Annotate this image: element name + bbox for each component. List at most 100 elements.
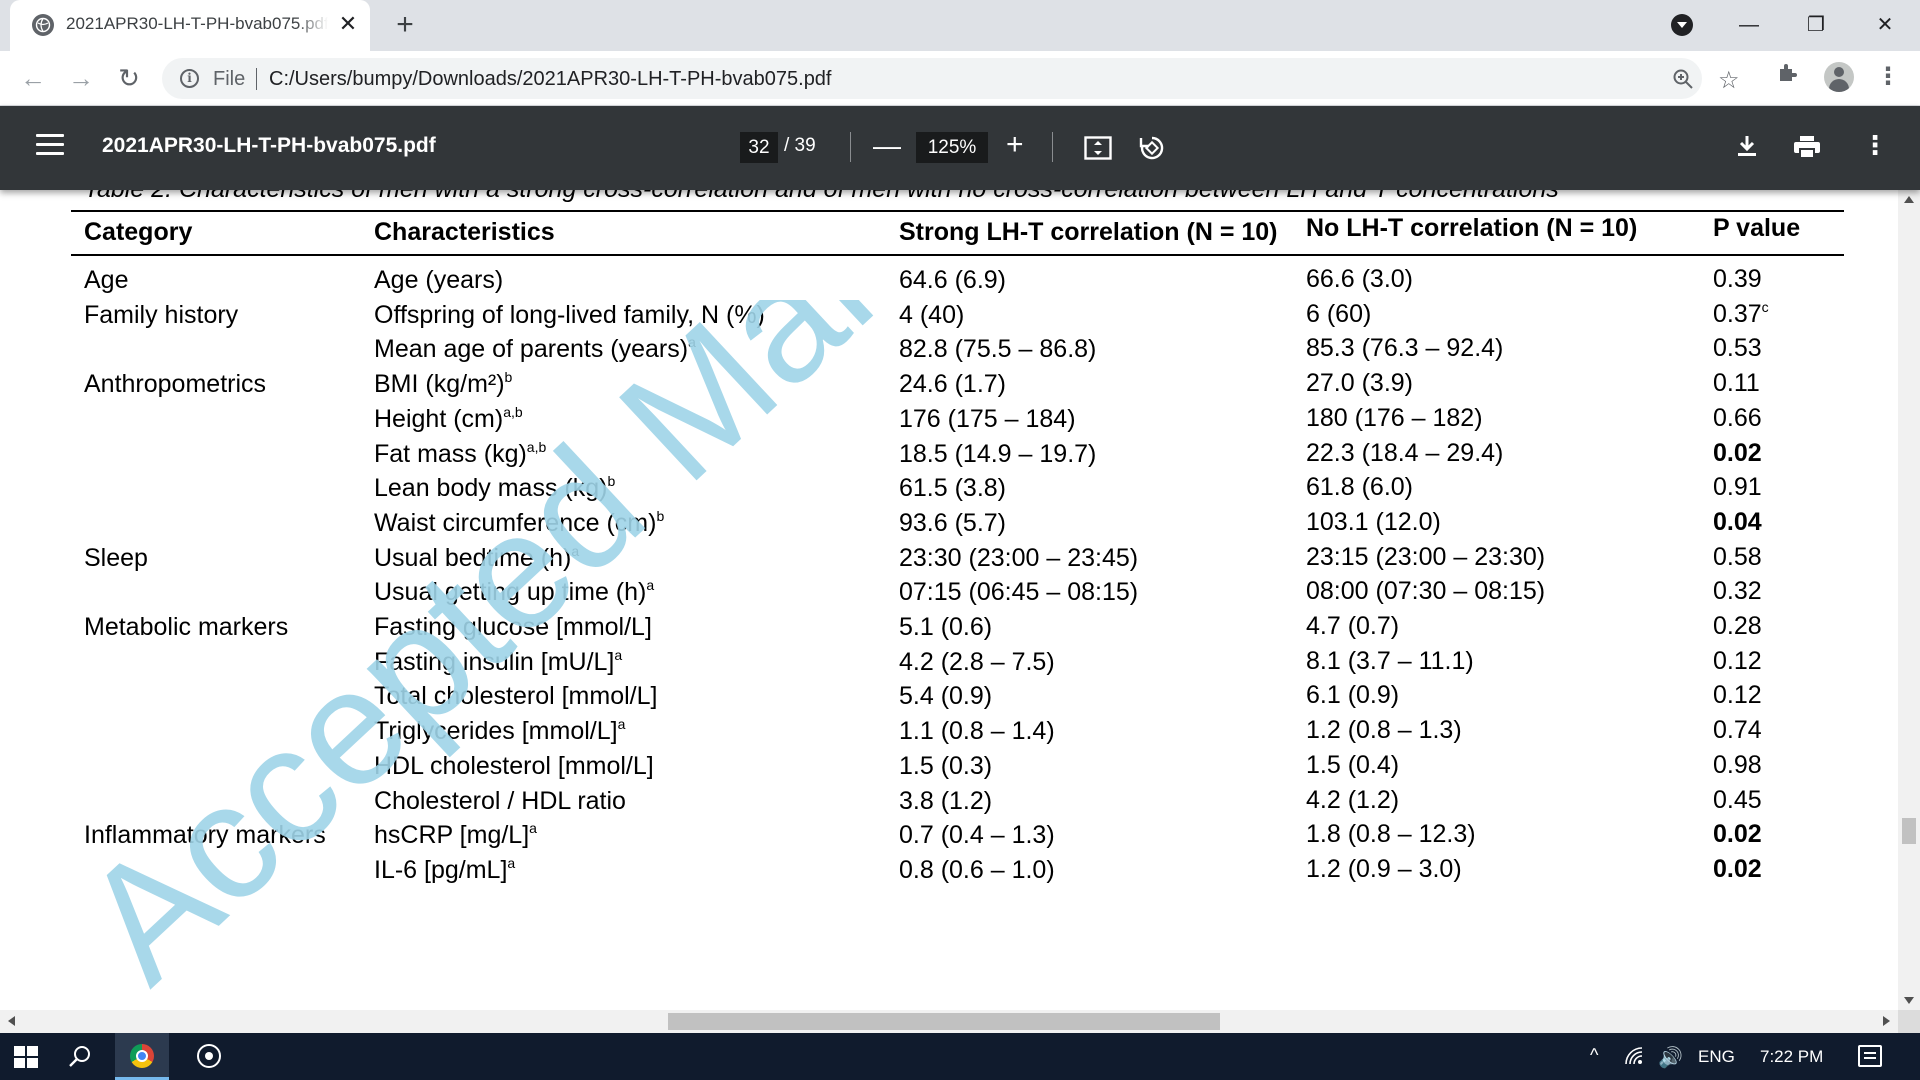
cell-p-value-text: 0.37 xyxy=(1713,300,1762,328)
cell-strong-correlation: 07:15 (06:45 – 08:15) xyxy=(899,578,1138,607)
cell-strong-correlation-text: 23:30 (23:00 – 23:45) xyxy=(899,544,1139,572)
minimize-button[interactable]: — xyxy=(1724,8,1774,42)
taskbar-search-icon[interactable] xyxy=(68,1044,92,1073)
profile-icon[interactable] xyxy=(1824,62,1854,92)
cell-p-value: 0.02 xyxy=(1713,855,1762,884)
cell-p-value: 0.98 xyxy=(1713,751,1762,780)
taskbar-clock[interactable]: 7:22 PM xyxy=(1760,1047,1823,1067)
search-tabs-icon[interactable] xyxy=(1671,14,1693,36)
cell-strong-correlation: 0.7 (0.4 – 1.3) xyxy=(899,821,1055,850)
scroll-right-arrow-icon[interactable] xyxy=(1883,1016,1890,1026)
pdf-more-options-icon[interactable]: ⋮ xyxy=(1862,130,1888,160)
notifications-icon[interactable] xyxy=(1858,1045,1882,1067)
cell-p-value: 0.53 xyxy=(1713,334,1762,363)
cell-characteristic-text: Offspring of long-lived family, N (%) xyxy=(374,301,765,329)
volume-icon[interactable]: 🔊 xyxy=(1658,1045,1683,1070)
page-total: / 39 xyxy=(784,135,816,156)
new-tab-button[interactable]: + xyxy=(390,10,420,40)
browser-tab-strip: 2021APR30-LH-T-PH-bvab075.pdf ✕ + — ❐ ✕ xyxy=(0,0,1920,51)
zoom-in-button[interactable]: + xyxy=(1006,129,1024,161)
cell-no-correlation-text: 61.8 (6.0) xyxy=(1306,473,1414,501)
star-icon[interactable]: ☆ xyxy=(1718,66,1740,95)
cell-no-correlation: 08:00 (07:30 – 08:15) xyxy=(1306,577,1545,606)
download-icon[interactable] xyxy=(1736,134,1758,163)
windows-start-icon[interactable] xyxy=(14,1046,38,1068)
cell-no-correlation: 27.0 (3.9) xyxy=(1306,369,1413,398)
vertical-scrollbar[interactable] xyxy=(1898,190,1920,1010)
cell-no-correlation-text: 1.2 (0.8 – 1.3) xyxy=(1306,716,1462,744)
cell-strong-correlation-text: 61.5 (3.8) xyxy=(899,474,1007,502)
cell-strong-correlation-text: 24.6 (1.7) xyxy=(899,370,1007,398)
cell-no-correlation: 1.5 (0.4) xyxy=(1306,751,1399,780)
cell-characteristic: Height (cm)a,b xyxy=(374,405,523,434)
print-icon[interactable] xyxy=(1794,136,1820,163)
address-bar[interactable]: i File C:/Users/bumpy/Downloads/2021APR3… xyxy=(162,58,1740,99)
cell-category: Sleep xyxy=(84,544,148,573)
horizontal-scrollbar[interactable] xyxy=(0,1010,1898,1033)
scroll-down-arrow-icon[interactable] xyxy=(1904,997,1914,1004)
tray-chevron-icon[interactable]: ^ xyxy=(1590,1045,1598,1066)
footnote-marker: a xyxy=(688,334,696,350)
cell-p-value: 0.32 xyxy=(1713,577,1762,606)
cell-p-value-text: 0.04 xyxy=(1713,508,1762,536)
wifi-icon[interactable] xyxy=(1624,1046,1646,1071)
cell-category-text: Family history xyxy=(84,301,239,329)
cell-category: Metabolic markers xyxy=(84,613,288,642)
cell-characteristic: Triglycerides [mmol/L]a xyxy=(374,717,625,746)
scroll-left-arrow-icon[interactable] xyxy=(8,1016,15,1026)
horizontal-scroll-thumb[interactable] xyxy=(668,1013,1220,1030)
cell-category-text: Inflammatory markers xyxy=(84,821,326,849)
cell-no-correlation-text: 180 (176 – 182) xyxy=(1306,404,1483,432)
forward-button[interactable]: → xyxy=(66,63,96,93)
maximize-button[interactable]: ❐ xyxy=(1791,8,1841,42)
cell-strong-correlation: 23:30 (23:00 – 23:45) xyxy=(899,544,1138,573)
cell-characteristic-text: Fasting insulin [mU/L] xyxy=(374,648,615,676)
browser-tab[interactable]: 2021APR30-LH-T-PH-bvab075.pdf ✕ xyxy=(10,0,370,51)
tab-close-icon[interactable]: ✕ xyxy=(336,12,360,36)
hamburger-menu-icon[interactable] xyxy=(36,134,64,158)
back-button[interactable]: ← xyxy=(18,63,48,93)
cell-characteristic: Total cholesterol [mmol/L] xyxy=(374,682,657,711)
url-text[interactable]: C:/Users/bumpy/Downloads/2021APR30-LH-T-… xyxy=(269,68,832,91)
info-icon[interactable]: i xyxy=(180,69,199,88)
cell-characteristic-text: Usual getting up time (h) xyxy=(374,578,647,606)
rotate-icon[interactable] xyxy=(1138,134,1166,167)
cell-characteristic: IL-6 [pg/mL]a xyxy=(374,856,515,885)
taskbar-chrome-app[interactable] xyxy=(115,1033,169,1080)
page-number-input[interactable]: 32 xyxy=(740,132,778,163)
cell-p-value-text: 0.53 xyxy=(1713,334,1762,362)
cell-strong-correlation: 176 (175 – 184) xyxy=(899,405,1076,434)
cell-p-value: 0.91 xyxy=(1713,473,1762,502)
browser-toolbar: ← → ↻ i File C:/Users/bumpy/Downloads/20… xyxy=(0,51,1920,106)
cell-p-value-text: 0.32 xyxy=(1713,577,1762,605)
close-window-button[interactable]: ✕ xyxy=(1860,8,1910,42)
windows-taskbar: ^ 🔊 ENG 7:22 PM xyxy=(0,1033,1920,1080)
cell-characteristic-text: Fasting glucose [mmol/L] xyxy=(374,613,652,641)
zoom-level-input[interactable]: 125% xyxy=(916,132,988,163)
vertical-scroll-thumb[interactable] xyxy=(1902,818,1916,844)
reload-button[interactable]: ↻ xyxy=(114,63,144,93)
table-top-rule xyxy=(71,210,1844,212)
cell-strong-correlation-text: 07:15 (06:45 – 08:15) xyxy=(899,578,1139,606)
cell-no-correlation: 6.1 (0.9) xyxy=(1306,681,1399,710)
cell-no-correlation: 1.2 (0.9 – 3.0) xyxy=(1306,855,1462,884)
fit-to-page-icon[interactable] xyxy=(1084,136,1112,165)
cell-no-correlation: 22.3 (18.4 – 29.4) xyxy=(1306,439,1503,468)
cell-characteristic: Cholesterol / HDL ratio xyxy=(374,787,626,816)
pdf-page-content[interactable]: Table 2. Characteristics of men with a s… xyxy=(0,190,1898,1010)
menu-icon[interactable]: ⋮ xyxy=(1876,62,1900,92)
scheme-label: File xyxy=(213,68,246,90)
zoom-icon[interactable] xyxy=(1672,68,1694,95)
extensions-icon[interactable] xyxy=(1776,61,1800,92)
cell-strong-correlation: 93.6 (5.7) xyxy=(899,509,1006,538)
footnote-marker: b xyxy=(504,369,513,385)
media-app-icon xyxy=(197,1044,221,1068)
input-language[interactable]: ENG xyxy=(1698,1047,1735,1067)
cell-category: Age xyxy=(84,266,128,295)
scroll-up-arrow-icon[interactable] xyxy=(1904,196,1914,203)
cell-characteristic-text: Fat mass (kg) xyxy=(374,440,527,468)
taskbar-media-app[interactable] xyxy=(182,1033,236,1080)
zoom-out-button[interactable]: — xyxy=(873,130,901,162)
cell-strong-correlation: 4.2 (2.8 – 7.5) xyxy=(899,648,1055,677)
cell-strong-correlation: 82.8 (75.5 – 86.8) xyxy=(899,335,1096,364)
